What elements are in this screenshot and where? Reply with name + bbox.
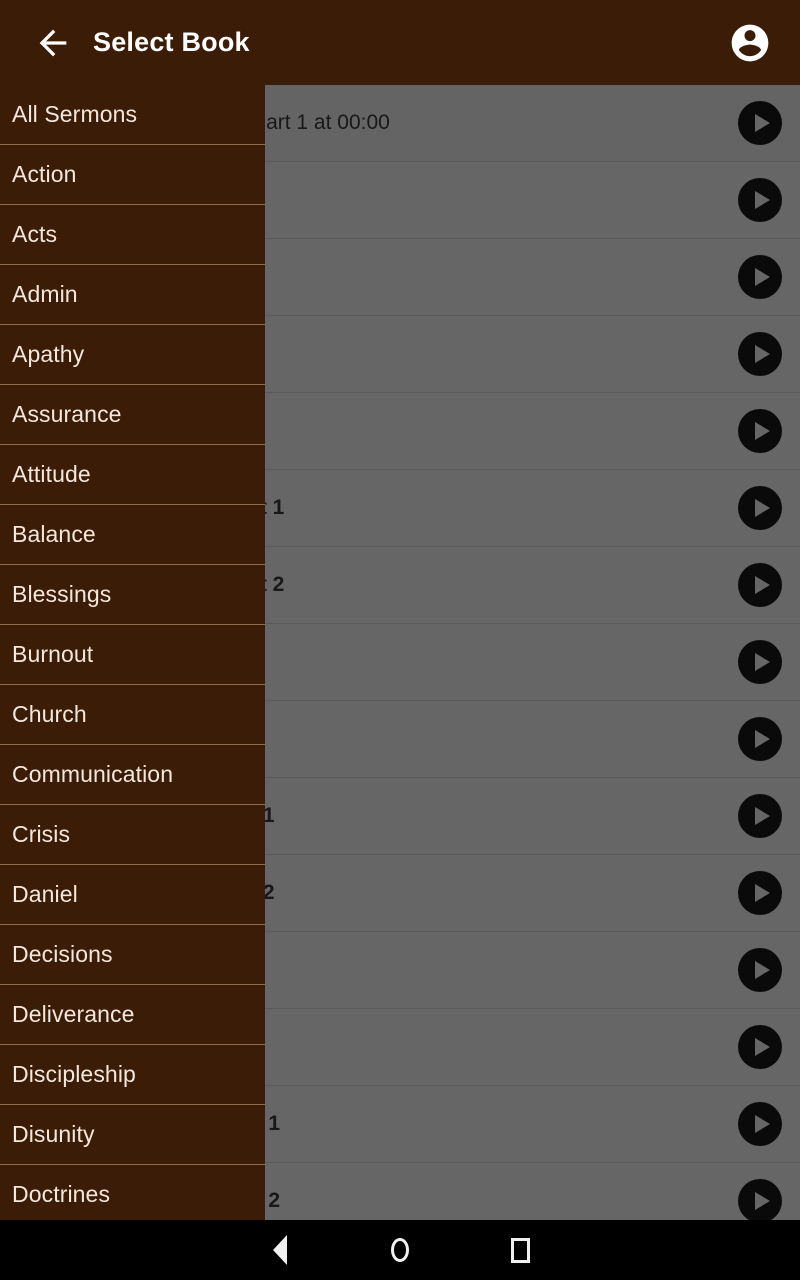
drawer-item-disunity[interactable]: Disunity [0,1105,265,1165]
account-button[interactable] [714,7,786,79]
drawer-item-label: Communication [12,761,174,787]
drawer-item-label: Admin [12,281,78,307]
app-screen: Select Book (OM Orientation) Action - Pa… [0,0,800,1280]
drawer-item-label: Decisions [12,941,113,967]
drawer-item-label: Church [12,701,87,727]
navigation-drawer[interactable]: All Sermons Action Acts Admin Apathy Assuranc… [0,85,265,1220]
drawer-item-attitude[interactable]: Attitude [0,445,265,505]
drawer-item-crisis[interactable]: Crisis [0,805,265,865]
navbar-spacer-right [580,1220,710,1280]
drawer-item-church[interactable]: Church [0,685,265,745]
drawer-item-label: Acts [12,221,58,247]
drawer-item-burnout[interactable]: Burnout [0,625,265,685]
drawer-item-label: Apathy [12,341,85,367]
drawer-item-label: Crisis [12,821,71,847]
drawer-item-communication[interactable]: Communication [0,745,265,805]
arrow-back-icon [39,29,67,56]
page-title: Select Book [93,27,250,57]
drawer-item-all-sermons[interactable]: All Sermons [0,85,265,145]
drawer-item-label: Burnout [12,641,94,667]
drawer-item-label: Attitude [12,461,91,487]
triangle-back-icon [273,1235,287,1265]
drawer-item-daniel[interactable]: Daniel [0,865,265,925]
drawer-item-assurance[interactable]: Assurance [0,385,265,445]
account-circle-icon [731,24,769,61]
drawer-item-label: Deliverance [12,1001,135,1027]
drawer-item-balance[interactable]: Balance [0,505,265,565]
system-navigation-bar [0,1220,800,1280]
drawer-item-apathy[interactable]: Apathy [0,325,265,385]
drawer-item-label: Daniel [12,881,78,907]
navbar-spacer-left [90,1220,220,1280]
drawer-item-label: All Sermons [12,101,138,127]
drawer-item-label: Action [12,161,77,187]
drawer-item-deliverance[interactable]: Deliverance [0,985,265,1045]
drawer-item-label: Assurance [12,401,122,427]
drawer-item-label: Disunity [12,1121,95,1147]
system-back-button[interactable] [220,1220,340,1280]
square-recents-icon [510,1237,530,1263]
back-button[interactable] [18,8,88,78]
drawer-item-label: Doctrines [12,1181,111,1207]
drawer-item-doctrines[interactable]: Doctrines [0,1165,265,1220]
system-home-button[interactable] [340,1220,460,1280]
system-recents-button[interactable] [460,1220,580,1280]
drawer-item-admin[interactable]: Admin [0,265,265,325]
drawer-item-label: Discipleship [12,1061,136,1087]
drawer-item-discipleship[interactable]: Discipleship [0,1045,265,1105]
drawer-item-label: Balance [12,521,96,547]
drawer-item-action[interactable]: Action [0,145,265,205]
drawer-item-decisions[interactable]: Decisions [0,925,265,985]
circle-home-icon [391,1238,409,1262]
drawer-item-label: Blessings [12,581,112,607]
app-bar: Select Book [0,0,800,85]
drawer-item-acts[interactable]: Acts [0,205,265,265]
drawer-item-blessings[interactable]: Blessings [0,565,265,625]
